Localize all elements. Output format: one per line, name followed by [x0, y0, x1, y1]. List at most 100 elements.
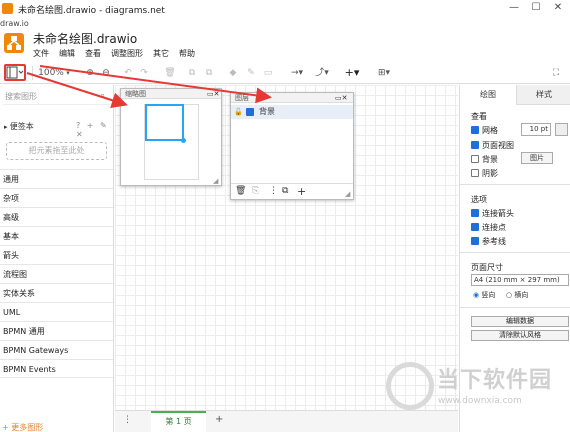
library-er[interactable]: 实体关系: [0, 283, 113, 302]
layer-menu-icon[interactable]: ⋮: [269, 186, 278, 196]
document-title[interactable]: 未命名绘图.drawio: [33, 30, 137, 47]
layers-toolbar: 🗑 ⎘ ⋮ ⧉ +: [231, 183, 353, 200]
background-image-button[interactable]: 图片: [521, 152, 553, 164]
duplicate-layer-icon[interactable]: ⧉: [282, 186, 288, 196]
tab-diagram[interactable]: 绘图: [460, 85, 516, 105]
outline-window: 缩略图 ▭✕ ◢: [120, 88, 222, 186]
title-bar: 未命名绘图.drawio - diagrams.net — ☐ ✕: [0, 0, 570, 18]
insert-icon[interactable]: +▾: [342, 66, 362, 80]
move-selection-icon[interactable]: ⎘: [252, 186, 259, 196]
watermark-text: 当下软件园: [437, 368, 553, 393]
table-icon[interactable]: ⊞▾: [374, 66, 394, 80]
options-section-title: 选项: [471, 195, 487, 204]
library-general[interactable]: 通用: [0, 169, 113, 188]
library-bpmn-general[interactable]: BPMN 通用: [0, 321, 113, 340]
watermark-url: www.downxia.com: [438, 396, 522, 406]
connection-icon[interactable]: →▾: [287, 66, 307, 80]
library-basic[interactable]: 基本: [0, 226, 113, 245]
zoom-out-icon[interactable]: ⊖: [100, 66, 112, 80]
view-section-title: 查看: [471, 112, 487, 121]
menu-file[interactable]: 文件: [33, 48, 49, 60]
shapes-sidebar: 搜索图形 ⌕ ▸ 便签本 ? + ✎ ✕ 把元素拖至此处 通用 杂项 高级 基本…: [0, 85, 114, 432]
shadow-icon[interactable]: ▭: [262, 66, 274, 80]
redo-icon[interactable]: ↷: [138, 66, 150, 80]
library-bpmn-events[interactable]: BPMN Events: [0, 359, 113, 378]
outline-window-controls[interactable]: ▭✕: [207, 90, 219, 98]
edit-data-button[interactable]: 编辑数据: [471, 316, 569, 327]
library-flowchart[interactable]: 流程图: [0, 264, 113, 283]
outline-viewport[interactable]: [145, 104, 184, 141]
pages-menu-icon[interactable]: ⋮: [123, 415, 132, 425]
toolbar: 100% ▾ ⊕ ⊖ ↶ ↷ 🗑 ⧉ ⧉ ◆ ✎ ▭ →▾ ⤴▾ +▾ ⊞▾ ⛶: [0, 62, 570, 84]
window-title: 未命名绘图.drawio - diagrams.net: [18, 6, 165, 16]
outline-window-title: 缩略图: [121, 89, 221, 99]
shadow-checkbox[interactable]: 阴影: [471, 168, 498, 179]
delete-layer-icon[interactable]: 🗑: [235, 186, 246, 196]
to-back-icon[interactable]: ⧉: [203, 66, 215, 80]
orientation-portrait-radio[interactable]: ◉ 竖向: [473, 290, 495, 300]
add-layer-icon[interactable]: +: [297, 185, 306, 198]
to-front-icon[interactable]: ⧉: [186, 66, 198, 80]
maximize-button[interactable]: ☐: [528, 1, 544, 15]
zoom-level[interactable]: 100%: [38, 66, 64, 80]
menu-help[interactable]: 帮助: [179, 48, 195, 60]
more-shapes-button[interactable]: + 更多图形: [2, 422, 43, 432]
add-page-icon[interactable]: +: [215, 414, 223, 425]
grid-color-swatch[interactable]: [555, 123, 568, 136]
orientation-landscape-radio[interactable]: ○ 横向: [506, 290, 528, 300]
delete-icon[interactable]: 🗑: [164, 66, 176, 80]
menu-view[interactable]: 查看: [85, 48, 101, 60]
library-bpmn-gateways[interactable]: BPMN Gateways: [0, 340, 113, 359]
guides-checkbox[interactable]: 参考线: [471, 236, 506, 247]
menu-arrange[interactable]: 调整图形: [111, 48, 143, 60]
layer-name: 背景: [259, 107, 275, 116]
grid-checkbox[interactable]: 网格: [471, 125, 498, 136]
undo-icon[interactable]: ↶: [122, 66, 134, 80]
paper-size-select[interactable]: A4 (210 mm × 297 mm): [471, 274, 569, 286]
connection-points-checkbox[interactable]: 连接点: [471, 222, 506, 233]
scratchpad-dropzone[interactable]: 把元素拖至此处: [6, 142, 107, 160]
close-button[interactable]: ✕: [550, 1, 566, 15]
tab-style[interactable]: 样式: [516, 85, 570, 105]
library-advanced[interactable]: 高级: [0, 207, 113, 226]
menu-bar: 文件 编辑 查看 调整图形 其它 帮助: [33, 48, 195, 60]
window-resize-grip[interactable]: ◢: [345, 190, 350, 198]
background-checkbox[interactable]: 背景: [471, 154, 498, 165]
page-view-checkbox[interactable]: 页面视图: [471, 140, 514, 151]
format-panel-button[interactable]: [4, 64, 26, 81]
window-resize-grip[interactable]: ◢: [213, 177, 218, 185]
layer-row[interactable]: 🔓 背景: [231, 105, 353, 119]
app-icon: [2, 3, 13, 14]
line-color-icon[interactable]: ✎: [245, 66, 257, 80]
app-window: 未命名绘图.drawio - diagrams.net — ☐ ✕ draw.i…: [0, 0, 570, 432]
fill-color-icon[interactable]: ◆: [227, 66, 239, 80]
page-tab-1[interactable]: 第 1 页: [151, 411, 206, 432]
url-label: draw.io: [0, 19, 29, 28]
layers-window-controls[interactable]: ▭✕: [335, 94, 347, 102]
lock-icon[interactable]: 🔓: [234, 105, 243, 119]
zoom-dropdown-icon[interactable]: ▾: [64, 66, 72, 80]
grid-size-input[interactable]: 10 pt: [521, 123, 551, 136]
outline-resize-handle[interactable]: [181, 138, 186, 143]
minimize-button[interactable]: —: [506, 1, 522, 15]
layers-window: 图层 ▭✕ 🔓 背景 🗑 ⎘ ⋮ ⧉ + ◢: [230, 92, 354, 200]
search-icon[interactable]: ⌕: [100, 91, 105, 101]
scratchpad-label[interactable]: ▸ 便签本: [4, 121, 34, 132]
library-misc[interactable]: 杂项: [0, 188, 113, 207]
fullscreen-icon[interactable]: ⛶: [550, 66, 562, 80]
page-tabs-bar: ⋮ 第 1 页 +: [115, 410, 458, 432]
format-panel-icon: [6, 66, 24, 79]
watermark-logo: [386, 362, 434, 410]
menu-extras[interactable]: 其它: [153, 48, 169, 60]
paper-size-title: 页面尺寸: [471, 263, 503, 272]
library-arrows[interactable]: 箭头: [0, 245, 113, 264]
menu-edit[interactable]: 编辑: [59, 48, 75, 60]
waypoint-icon[interactable]: ⤴▾: [312, 66, 332, 80]
library-uml[interactable]: UML: [0, 302, 113, 321]
search-input[interactable]: 搜索图形: [3, 89, 111, 105]
clear-default-style-button[interactable]: 清除默认风格: [471, 330, 569, 341]
scratchpad-tools[interactable]: ? + ✎ ✕: [76, 121, 113, 139]
layer-visible-checkbox[interactable]: [246, 108, 254, 116]
zoom-in-icon[interactable]: ⊕: [84, 66, 96, 80]
connection-arrows-checkbox[interactable]: 连接箭头: [471, 208, 514, 219]
